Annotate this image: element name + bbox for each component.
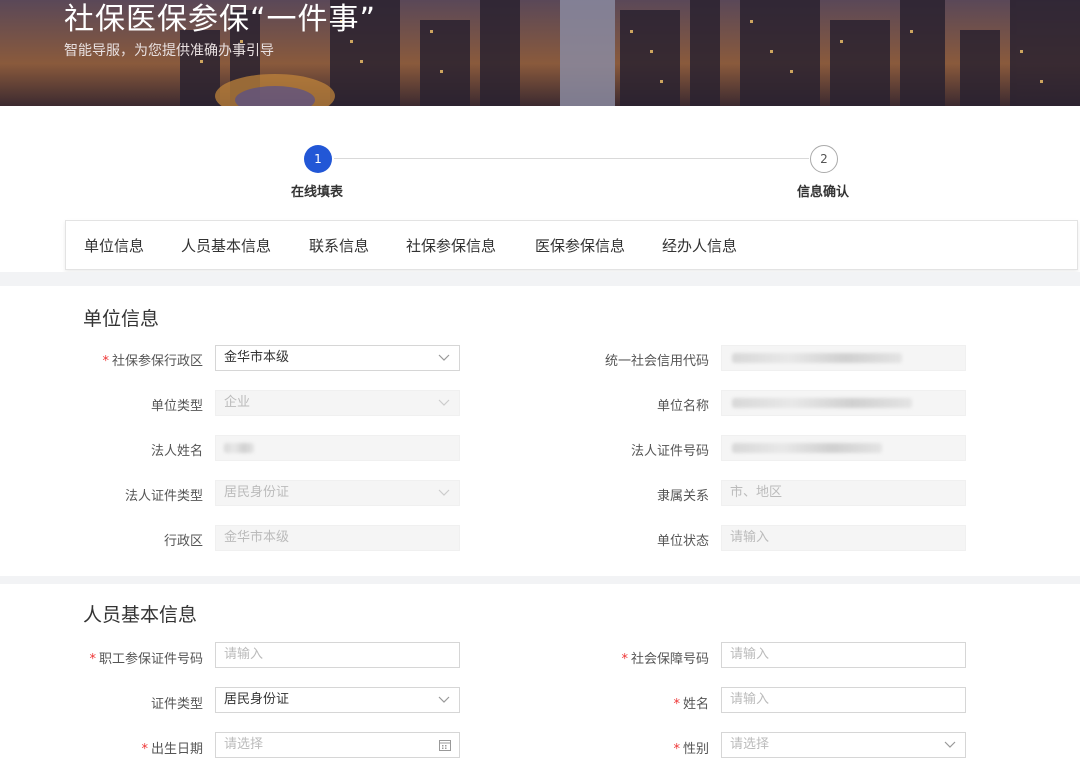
page-subtitle: 智能导服，为您提供准确办事引导 [64, 43, 274, 59]
form-label: * 职工参保证件号码 [89, 652, 203, 667]
legal-person-id-field [721, 435, 966, 461]
form-label: 行政区 [163, 534, 203, 549]
step-1-indicator: 1 [304, 145, 332, 173]
step-2-indicator: 2 [810, 145, 838, 173]
form-label: 单位类型 [150, 399, 203, 414]
section-divider [0, 272, 1080, 286]
unit-name-field [721, 390, 966, 416]
affiliation-field: 市、地区 [721, 480, 966, 506]
step-connector [334, 158, 809, 159]
redacted-value [732, 353, 902, 363]
legal-person-name-field [215, 435, 460, 461]
calendar-icon [439, 740, 451, 751]
gender-select[interactable]: 请选择 [721, 732, 966, 758]
tab-contact-info[interactable]: 联系信息 [309, 221, 369, 271]
id-type-select[interactable]: 居民身份证 [215, 687, 460, 713]
step-1-label: 在线填表 [291, 185, 344, 200]
unit-info-section: 单位信息 * 社保参保行政区 金华市本级 统一社会信用代码 单位类型 企业 单位名… [65, 286, 1078, 576]
section-divider [0, 576, 1080, 584]
form-label: 法人证件号码 [630, 444, 709, 459]
chevron-down-icon [438, 489, 450, 496]
main-content: 1 在线填表 2 信息确认 单位信息 人员基本信息 联系信息 社保参保信息 医保… [0, 106, 1080, 764]
district-field: 金华市本级 [215, 525, 460, 551]
tab-person-info[interactable]: 人员基本信息 [181, 221, 271, 271]
person-info-section: 人员基本信息 * 职工参保证件号码 请输入 * 社会保障号码 请输入 证件类型 居民… [65, 584, 1078, 764]
section-title: 单位信息 [83, 308, 160, 330]
section-tabs: 单位信息 人员基本信息 联系信息 社保参保信息 医保参保信息 经办人信息 [65, 220, 1078, 270]
legal-person-id-type-select: 居民身份证 [215, 480, 460, 506]
form-label: * 出生日期 [141, 742, 203, 757]
chevron-down-icon [944, 741, 956, 748]
tab-medical-insurance[interactable]: 医保参保信息 [535, 221, 625, 271]
admin-region-select[interactable]: 金华市本级 [215, 345, 460, 371]
form-label: * 姓名 [673, 697, 709, 712]
tab-agent-info[interactable]: 经办人信息 [662, 221, 737, 271]
form-label: * 社保参保行政区 [102, 354, 203, 369]
redacted-value [732, 443, 882, 453]
redacted-value [732, 398, 912, 408]
form-label: 证件类型 [150, 697, 203, 712]
form-label: 单位状态 [656, 534, 709, 549]
form-label: 法人证件类型 [124, 489, 203, 504]
form-label: 法人姓名 [150, 444, 203, 459]
id-number-input[interactable]: 请输入 [215, 642, 460, 668]
unit-status-field: 请输入 [721, 525, 966, 551]
form-label: 隶属关系 [656, 489, 709, 504]
name-input[interactable]: 请输入 [721, 687, 966, 713]
chevron-down-icon [438, 399, 450, 406]
form-label: * 社会保障号码 [621, 652, 709, 667]
social-security-number-input[interactable]: 请输入 [721, 642, 966, 668]
chevron-down-icon [438, 354, 450, 361]
form-label: 统一社会信用代码 [604, 354, 709, 369]
section-title: 人员基本信息 [83, 604, 198, 626]
tab-social-insurance[interactable]: 社保参保信息 [406, 221, 496, 271]
progress-steps: 1 在线填表 2 信息确认 [0, 106, 1080, 220]
chevron-down-icon [438, 696, 450, 703]
form-label: 单位名称 [656, 399, 709, 414]
unit-type-select: 企业 [215, 390, 460, 416]
header-banner: 社保医保参保“一件事” 智能导服，为您提供准确办事引导 [0, 0, 1080, 106]
redacted-value [224, 443, 254, 453]
credit-code-field [721, 345, 966, 371]
step-2-label: 信息确认 [797, 185, 850, 200]
page-title: 社保医保参保“一件事” [64, 2, 377, 37]
form-label: * 性别 [673, 742, 709, 757]
birth-date-picker[interactable]: 请选择 [215, 732, 460, 758]
tab-unit-info[interactable]: 单位信息 [84, 221, 144, 271]
